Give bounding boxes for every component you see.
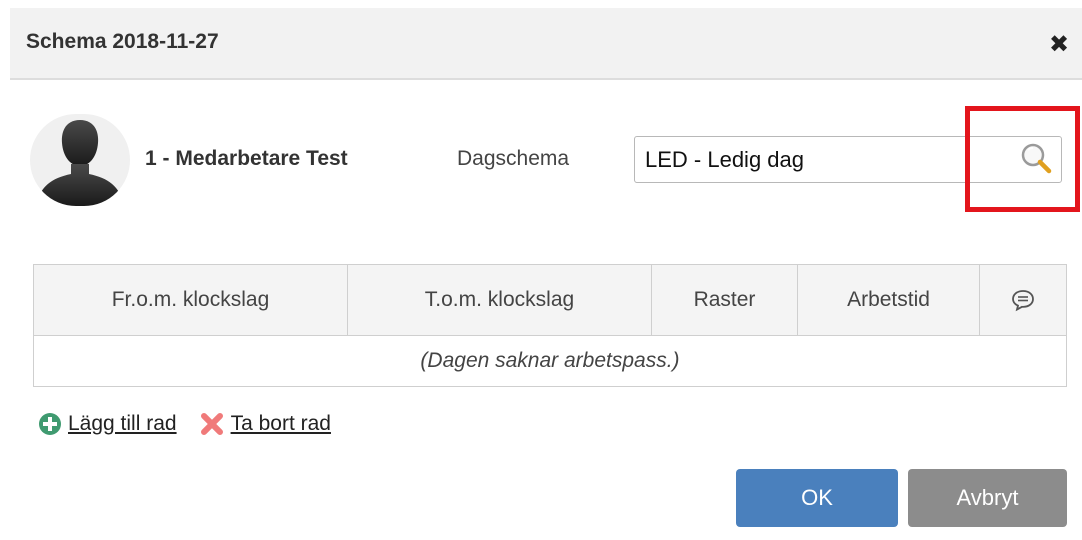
plus-circle-icon [38, 412, 62, 436]
dialog-title: Schema 2018-11-27 [26, 30, 219, 53]
comment-icon [1010, 288, 1036, 312]
day-schedule-input[interactable] [634, 136, 1062, 183]
ok-button[interactable]: OK [736, 469, 898, 527]
schedule-table: Fr.o.m. klockslag T.o.m. klockslag Raste… [33, 264, 1067, 387]
add-row-link[interactable]: Lägg till rad [38, 412, 177, 436]
dialog-titlebar: Schema 2018-11-27 ✖ [10, 8, 1082, 80]
col-header-work-time: Arbetstid [797, 264, 980, 336]
row-actions: Lägg till rad Ta bort rad [38, 408, 353, 440]
table-header-row: Fr.o.m. klockslag T.o.m. klockslag Raste… [33, 264, 1067, 336]
avatar [30, 114, 130, 206]
col-header-from-time: Fr.o.m. klockslag [33, 264, 348, 336]
red-x-icon [199, 411, 225, 437]
employee-name: 1 - Medarbetare Test [145, 147, 348, 170]
col-header-to-time: T.o.m. klockslag [347, 264, 652, 336]
add-row-label: Lägg till rad [68, 412, 177, 435]
remove-row-label: Ta bort rad [230, 412, 331, 435]
schedule-dialog: Schema 2018-11-27 ✖ 1 - Medarbetare Test… [0, 0, 1082, 540]
col-header-breaks: Raster [651, 264, 798, 336]
col-header-comment [979, 264, 1067, 336]
search-icon[interactable] [1016, 139, 1058, 180]
table-row: (Dagen saknar arbetspass.) [33, 335, 1067, 387]
cancel-button[interactable]: Avbryt [908, 469, 1067, 527]
empty-message: (Dagen saknar arbetspass.) [33, 335, 1067, 387]
remove-row-link[interactable]: Ta bort rad [199, 411, 331, 437]
day-schedule-label: Dagschema [457, 147, 570, 170]
close-icon[interactable]: ✖ [1044, 30, 1074, 60]
